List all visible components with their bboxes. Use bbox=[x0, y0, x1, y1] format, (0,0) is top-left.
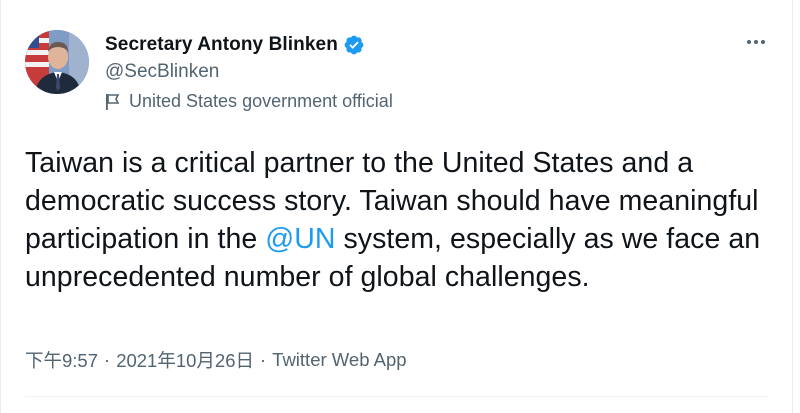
government-label-text: United States government official bbox=[129, 91, 393, 111]
verified-badge-icon bbox=[344, 35, 364, 55]
tweet-text: Taiwan is a critical partner to the Unit… bbox=[25, 144, 785, 296]
divider bbox=[25, 396, 768, 397]
meta-separator: · bbox=[104, 349, 111, 370]
author-name-row[interactable]: Secretary Antony Blinken bbox=[105, 34, 365, 56]
more-dot bbox=[754, 40, 758, 44]
more-options-icon[interactable] bbox=[744, 36, 768, 48]
government-label: United States government official bbox=[105, 91, 393, 112]
meta-separator: · bbox=[260, 349, 267, 370]
tweet-date[interactable]: 2021年10月26日 bbox=[116, 347, 254, 373]
avatar-image bbox=[25, 30, 89, 94]
flag-icon bbox=[106, 93, 120, 110]
tweet-card: Secretary Antony Blinken @SecBlinken Uni… bbox=[0, 0, 793, 413]
tweet-header: Secretary Antony Blinken @SecBlinken Uni… bbox=[25, 30, 768, 114]
tweet-metadata: 下午9:57 · 2021年10月26日 · Twitter Web App bbox=[25, 347, 407, 373]
author-handle[interactable]: @SecBlinken bbox=[105, 61, 219, 83]
mention-link[interactable]: @UN bbox=[265, 223, 335, 255]
tweet-time[interactable]: 下午9:57 bbox=[25, 347, 98, 373]
more-dot bbox=[747, 40, 751, 44]
more-dot bbox=[761, 40, 765, 44]
tweet-source[interactable]: Twitter Web App bbox=[272, 349, 406, 371]
avatar[interactable] bbox=[25, 30, 89, 94]
author-display-name[interactable]: Secretary Antony Blinken bbox=[105, 34, 338, 56]
